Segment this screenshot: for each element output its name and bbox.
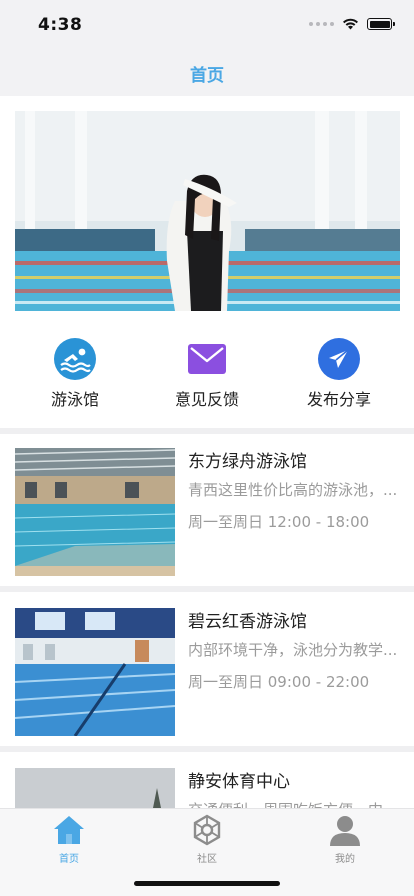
page-title: 首页	[190, 65, 224, 86]
profile-icon	[328, 813, 362, 847]
status-bar: 4:38	[0, 0, 414, 50]
cellular-signal-icon	[309, 22, 334, 26]
venue-description: 内部环境干净，泳池分为教学...	[188, 641, 398, 659]
home-indicator[interactable]	[134, 881, 280, 886]
tab-label: 首页	[59, 854, 79, 865]
navigation-bar: 首页	[0, 50, 414, 96]
battery-icon	[367, 18, 395, 30]
envelope-icon	[186, 338, 228, 380]
tab-home[interactable]: 首页	[34, 813, 104, 865]
venue-name: 碧云红香游泳馆	[188, 612, 307, 632]
venue-thumbnail	[15, 608, 175, 736]
banner-image[interactable]	[15, 111, 400, 311]
paper-plane-icon	[318, 338, 360, 380]
venue-name: 东方绿舟游泳馆	[188, 452, 307, 472]
quick-actions: 游泳馆 意见反馈 发布分享	[0, 330, 414, 430]
status-indicators	[309, 18, 395, 30]
venue-thumbnail	[15, 448, 175, 576]
venue-description: 青西这里性价比高的游泳池，...	[188, 481, 398, 499]
venue-list-item[interactable]: 东方绿舟游泳馆 青西这里性价比高的游泳池，... 周一至周日 12:00 - 1…	[0, 431, 414, 581]
swimming-pool-shortcut[interactable]: 游泳馆	[20, 338, 130, 410]
venue-hours: 周一至周日 12:00 - 18:00	[188, 513, 370, 531]
quick-action-label: 发布分享	[306, 390, 371, 409]
tab-label: 我的	[335, 854, 355, 865]
wifi-icon	[343, 18, 358, 30]
quick-action-label: 游泳馆	[50, 390, 99, 409]
tab-profile[interactable]: 我的	[310, 813, 380, 865]
tab-community[interactable]: 社区	[172, 813, 242, 865]
home-icon	[52, 813, 86, 847]
tab-label: 社区	[197, 854, 217, 865]
feedback-shortcut[interactable]: 意见反馈	[152, 338, 262, 410]
venue-name: 静安体育中心	[188, 772, 290, 792]
community-icon	[190, 813, 224, 847]
status-time: 4:38	[38, 15, 83, 35]
quick-action-label: 意见反馈	[174, 390, 239, 409]
venue-hours: 周一至周日 09:00 - 22:00	[188, 673, 370, 691]
venue-list-item[interactable]: 碧云红香游泳馆 内部环境干净，泳池分为教学... 周一至周日 09:00 - 2…	[0, 591, 414, 741]
share-shortcut[interactable]: 发布分享	[284, 338, 394, 410]
swimmer-icon	[54, 338, 96, 380]
